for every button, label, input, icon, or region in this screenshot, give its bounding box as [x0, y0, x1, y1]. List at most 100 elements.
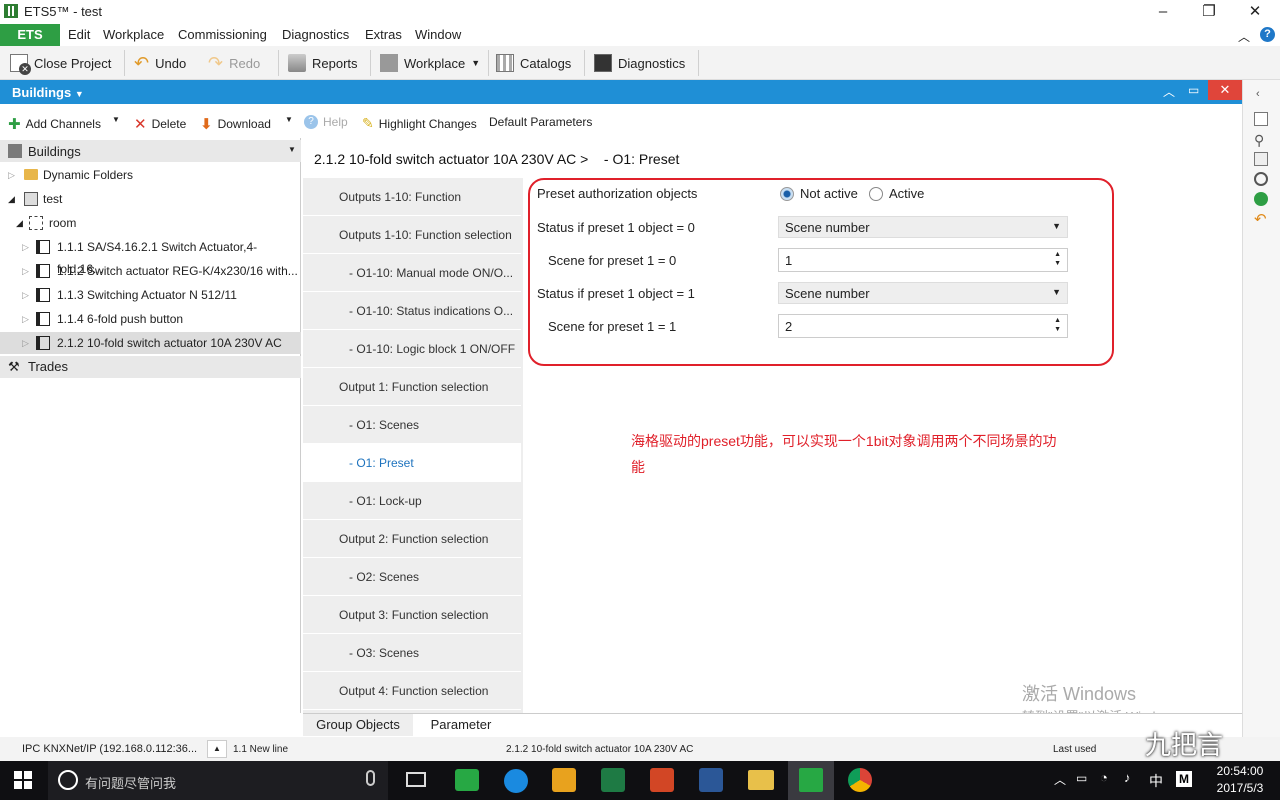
windows-start-icon[interactable]: [14, 771, 32, 789]
panel-toolbar: [0, 108, 1242, 136]
close-icon[interactable]: ✕: [1244, 2, 1266, 22]
tree-item-trades[interactable]: ⚒ Trades: [0, 356, 301, 378]
page-item[interactable]: Outputs 1-10: Function: [303, 178, 521, 216]
menu-edit[interactable]: Edit: [68, 27, 90, 42]
expand-icon: ▷: [22, 338, 29, 348]
menu-commissioning[interactable]: Commissioning: [178, 27, 267, 42]
menu-window[interactable]: Window: [415, 27, 461, 42]
page-item[interactable]: - O1-10: Logic block 1 ON/OFF: [303, 330, 521, 368]
tree-item-device[interactable]: ▷ 1.1.2 Switch actuator REG-K/4x230/16 w…: [0, 260, 301, 282]
maximize-panel-icon[interactable]: ▭: [1188, 83, 1199, 97]
workplace-button[interactable]: Workplace ▼: [380, 52, 480, 74]
word-app-icon[interactable]: [699, 768, 723, 792]
iqiyi-app-icon[interactable]: [455, 769, 479, 791]
redo-button[interactable]: ↷ Redo: [208, 52, 260, 74]
tree-item-label: Trades: [28, 359, 68, 374]
tree-item-device-selected[interactable]: ▷ 2.1.2 10-fold switch actuator 10A 230V…: [0, 332, 301, 354]
tree-item-device[interactable]: ▷ 1.1.3 Switching Actuator N 512/11: [0, 284, 301, 306]
tree-item-test[interactable]: ◢ test: [0, 188, 301, 210]
help-icon[interactable]: ?: [1260, 27, 1275, 42]
page-item[interactable]: - O1-10: Status indications O...: [303, 292, 521, 330]
ets-menu-button[interactable]: ETS: [0, 24, 60, 46]
menu-workplace[interactable]: Workplace: [103, 27, 164, 42]
status-preset-1-select[interactable]: Scene number ▼: [778, 282, 1068, 304]
collapse-panel-icon[interactable]: ︿: [1163, 83, 1175, 100]
highlight-changes-button[interactable]: ✎ Highlight Changes: [362, 115, 477, 132]
scene-preset-0-stepper[interactable]: 1 ▲ ▼: [778, 248, 1068, 272]
download-button[interactable]: ⬇ Download: [200, 115, 271, 133]
tree-item-device[interactable]: ▷ 1.1.4 6-fold push button: [0, 308, 301, 330]
chrome-app-icon[interactable]: [848, 768, 872, 792]
minimize-icon[interactable]: –: [1152, 2, 1174, 22]
page-item[interactable]: Output 3: Function selection: [303, 596, 521, 634]
diagnostics-label: Diagnostics: [618, 55, 686, 71]
menu-diagnostics[interactable]: Diagnostics: [282, 27, 349, 42]
undo-history-icon[interactable]: ↶: [1254, 210, 1267, 228]
connection-status[interactable]: IPC KNXNet/IP (192.168.0.112:36...: [22, 743, 197, 755]
page-item[interactable]: Output 2: Function selection: [303, 520, 521, 558]
search-icon[interactable]: ⚲: [1254, 132, 1264, 149]
task-view-icon[interactable]: [406, 772, 426, 787]
tree-header-dropdown-icon[interactable]: ▼: [288, 145, 296, 154]
clock-date[interactable]: 2017/5/3: [1212, 781, 1268, 795]
tree-item-dynamic-folders[interactable]: ▷ Dynamic Folders: [0, 164, 301, 186]
status-preset-0-select[interactable]: Scene number ▼: [778, 216, 1068, 238]
microphone-icon[interactable]: [366, 770, 375, 786]
excel-app-icon[interactable]: [601, 768, 625, 792]
page-item[interactable]: Output 4: Function selection: [303, 672, 521, 710]
add-channels-button[interactable]: ✚ Add Channels: [8, 115, 101, 133]
scene-preset-1-stepper[interactable]: 2 ▲ ▼: [778, 314, 1068, 338]
battery-icon[interactable]: ▭: [1076, 771, 1087, 785]
stepper-arrows-icon[interactable]: ▲ ▼: [1054, 250, 1061, 268]
page-item[interactable]: - O3: Scenes: [303, 634, 521, 672]
close-project-button[interactable]: ✕ Close Project: [10, 52, 111, 75]
page-item-selected[interactable]: - O1: Preset: [303, 444, 521, 482]
document-icon[interactable]: [1254, 112, 1268, 126]
stepper-arrows-icon[interactable]: ▲ ▼: [1054, 316, 1061, 334]
play-icon[interactable]: [1254, 192, 1268, 206]
undo-button[interactable]: ↶ Undo: [134, 52, 186, 74]
outlook-app-icon[interactable]: [552, 768, 576, 792]
ime-indicator[interactable]: 中: [1149, 771, 1163, 791]
tree-item-room[interactable]: ◢ room: [0, 212, 301, 234]
restore-icon[interactable]: ❐: [1198, 2, 1220, 22]
list-icon[interactable]: [1254, 152, 1268, 166]
file-explorer-icon[interactable]: [748, 770, 774, 790]
page-item[interactable]: Output 1: Function selection: [303, 368, 521, 406]
diagnostics-button[interactable]: Diagnostics: [594, 52, 685, 74]
volume-icon[interactable]: ♪: [1124, 770, 1131, 785]
tree-item-device[interactable]: ▷ 1.1.1 SA/S4.16.2.1 Switch Actuator,4-f…: [0, 236, 301, 276]
add-channels-dropdown-icon[interactable]: ▼: [112, 115, 120, 124]
breadcrumb: 2.1.2 10-fold switch actuator 10A 230V A…: [314, 151, 680, 167]
menu-extras[interactable]: Extras: [365, 27, 402, 42]
collapse-ribbon-icon[interactable]: ︿: [1238, 28, 1250, 45]
clock-icon[interactable]: [1254, 172, 1268, 186]
clock-time[interactable]: 20:54:00: [1212, 764, 1268, 778]
expand-side-icon[interactable]: ‹: [1256, 88, 1260, 100]
page-item[interactable]: - O1-10: Manual mode ON/O...: [303, 254, 521, 292]
reports-button[interactable]: Reports: [288, 52, 358, 74]
tab-group-objects[interactable]: Group Objects: [303, 714, 413, 736]
help-button[interactable]: ? Help: [304, 115, 348, 129]
powerpoint-app-icon[interactable]: [650, 768, 674, 792]
close-panel-button[interactable]: ✕: [1208, 80, 1242, 100]
download-dropdown-icon[interactable]: ▼: [285, 115, 293, 124]
page-item[interactable]: - O2: Scenes: [303, 558, 521, 596]
panel-title-dropdown[interactable]: Buildings ▼: [12, 85, 84, 100]
collapse-icon: ◢: [16, 218, 23, 228]
tab-parameter[interactable]: Parameter: [416, 714, 506, 736]
radio-not-active[interactable]: Not active: [780, 186, 858, 201]
page-item[interactable]: Outputs 1-10: Function selection: [303, 216, 521, 254]
default-parameters-button[interactable]: Default Parameters: [489, 115, 592, 129]
delete-button[interactable]: ✕ Delete: [134, 115, 186, 133]
panel-title: Buildings: [12, 85, 72, 100]
radio-active[interactable]: Active: [869, 186, 924, 201]
page-item[interactable]: - O1: Lock-up: [303, 482, 521, 520]
wifi-icon[interactable]: ◔: [1100, 770, 1108, 785]
tray-chevron-icon[interactable]: ︿: [1054, 771, 1066, 788]
browser-app-icon[interactable]: [504, 769, 528, 793]
ime-mode-icon[interactable]: M: [1176, 771, 1192, 787]
page-item[interactable]: - O1: Scenes: [303, 406, 521, 444]
connection-menu-icon[interactable]: ▲: [207, 740, 227, 758]
catalogs-button[interactable]: Catalogs: [496, 52, 571, 74]
